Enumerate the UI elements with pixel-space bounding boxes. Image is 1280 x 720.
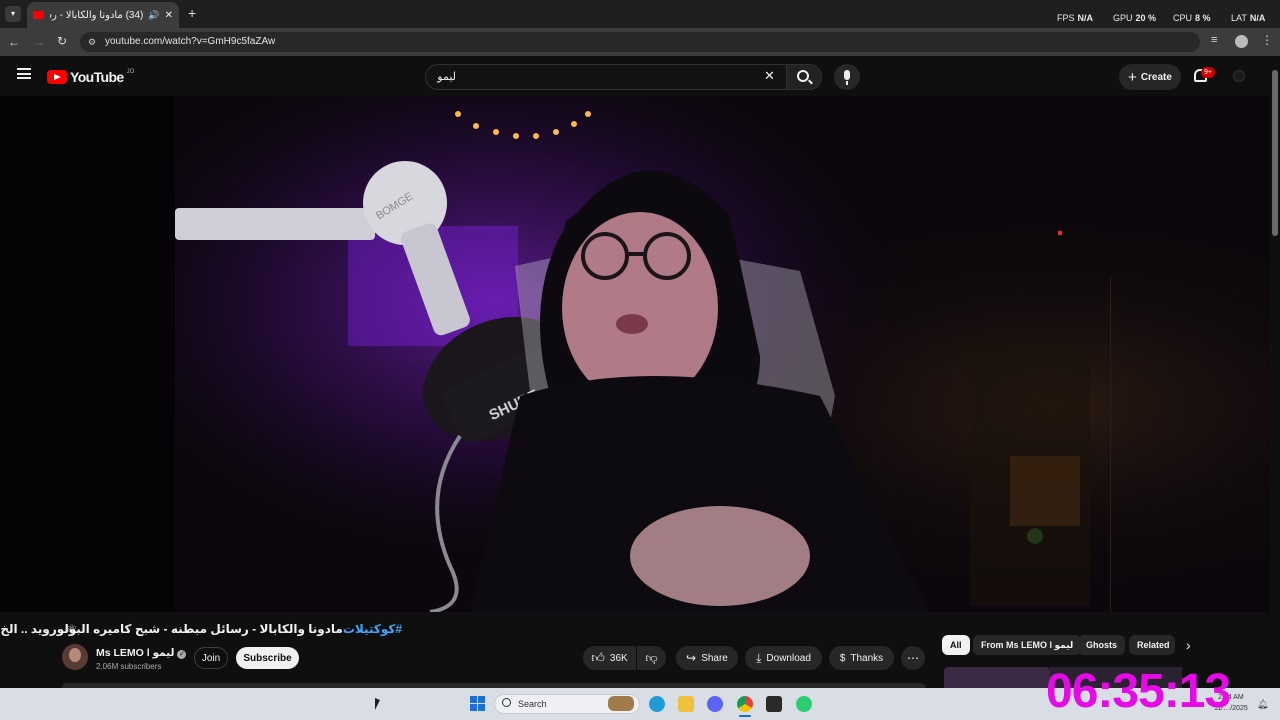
- youtube-play-icon: [47, 70, 67, 84]
- browser-tab-strip: ▾ (34) مادونا والكابالا - رسائل... 🔊 ✕ +…: [0, 0, 1280, 28]
- chip-related[interactable]: Related: [1129, 635, 1175, 655]
- chrome-icon[interactable]: [737, 696, 753, 712]
- gpu-stat: GPU 20 %: [1113, 13, 1157, 23]
- thanks-button[interactable]: $ Thanks: [829, 646, 894, 670]
- more-icon: ⋯: [907, 651, 919, 665]
- start-icon[interactable]: [470, 696, 485, 711]
- more-actions-button[interactable]: ⋯: [901, 646, 925, 670]
- search-input[interactable]: ليمو: [425, 64, 787, 90]
- share-button[interactable]: ↪ Share: [676, 646, 738, 670]
- like-count: 36K: [609, 652, 628, 664]
- lat-stat: LAT N/A: [1231, 13, 1266, 23]
- chip-ghosts[interactable]: Ghosts: [1078, 635, 1126, 655]
- subscriber-count: 2.06M subscribers: [96, 662, 162, 671]
- chips-next-icon[interactable]: ›: [1186, 637, 1191, 653]
- title-text: مادونا والكابالا - رسائل مبطنه - شبح كام…: [0, 622, 343, 636]
- tab-title: (34) مادونا والكابالا - رسائل...: [50, 9, 144, 21]
- like-button[interactable]: 👍︎ 36K: [583, 646, 636, 670]
- create-button[interactable]: + Create: [1119, 64, 1181, 90]
- youtube-favicon-icon: [33, 11, 44, 19]
- speaker-icon: 🔊: [148, 9, 160, 20]
- join-button[interactable]: Join: [194, 647, 228, 669]
- overlay-clock: 06:35:13: [1046, 665, 1231, 718]
- clear-search-icon[interactable]: ✕: [764, 68, 775, 84]
- video-player[interactable]: BOMGE SHURE: [0, 96, 1270, 612]
- discord-icon[interactable]: [707, 696, 723, 712]
- browser-menu-icon[interactable]: ⋮: [1261, 33, 1273, 47]
- address-field[interactable]: youtube.com/watch?v=GmH9c5faZAw: [80, 32, 1200, 52]
- share-icon: ↪: [686, 651, 697, 665]
- taskbar-search-icon: [502, 698, 511, 707]
- download-icon: ⤓: [756, 650, 762, 665]
- scrollbar-thumb[interactable]: [1272, 70, 1278, 236]
- site-info-icon[interactable]: ⚙: [88, 37, 96, 48]
- youtube-wordmark: YouTube: [70, 69, 124, 85]
- file-explorer-icon[interactable]: [678, 696, 694, 712]
- close-tab-icon[interactable]: ✕: [165, 10, 173, 21]
- thumbs-up-icon: 👍︎: [591, 650, 605, 665]
- tab-list-button[interactable]: ▾: [5, 6, 21, 22]
- app-icon[interactable]: [796, 696, 812, 712]
- forward-icon[interactable]: →: [33, 35, 45, 49]
- voice-search-button[interactable]: [834, 64, 860, 90]
- mouse-cursor: [375, 698, 380, 710]
- thanks-icon: $: [839, 652, 846, 664]
- mic-icon: [844, 70, 850, 80]
- edge-icon[interactable]: [649, 696, 665, 712]
- youtube-logo[interactable]: YouTube JO: [47, 69, 134, 85]
- terminal-icon[interactable]: [766, 696, 782, 712]
- fps-stat: FPS N/A: [1057, 13, 1094, 23]
- profile-icon[interactable]: [1235, 35, 1248, 48]
- channel-name[interactable]: Ms LEMO l ليمو ✓: [96, 647, 187, 659]
- chrome-active-indicator: [739, 715, 751, 717]
- notification-badge: 9+: [1201, 67, 1215, 78]
- chip-all[interactable]: All: [942, 635, 970, 655]
- menu-icon[interactable]: [17, 68, 31, 79]
- video-title: #كوكتيلات مادونا والكابالا - رسائل مبطنه …: [0, 622, 402, 636]
- download-button[interactable]: ⤓ Download: [745, 646, 822, 670]
- channel-avatar[interactable]: [62, 644, 88, 670]
- active-tab[interactable]: (34) مادونا والكابالا - رسائل... 🔊 ✕: [27, 2, 179, 28]
- account-avatar[interactable]: [1233, 70, 1245, 82]
- video-frame: BOMGE SHURE: [0, 96, 1270, 612]
- search-highlight-icon: [608, 696, 634, 711]
- subscribe-button[interactable]: Subscribe: [236, 647, 299, 669]
- verified-icon: ✓: [177, 650, 187, 659]
- plus-icon: +: [1128, 68, 1137, 86]
- country-code: JO: [126, 69, 135, 75]
- notification-center-icon[interactable]: 🔔︎: [1257, 699, 1268, 710]
- back-icon[interactable]: ←: [8, 35, 20, 49]
- reload-icon[interactable]: ↻: [57, 34, 67, 48]
- thumbs-down-icon: 👎︎: [645, 650, 658, 665]
- search-button[interactable]: [786, 64, 822, 90]
- chip-from-channel[interactable]: From Ms LEMO l ليمو: [973, 635, 1082, 655]
- new-tab-button[interactable]: +: [188, 5, 196, 21]
- recommendation-thumbnail[interactable]: [944, 667, 1050, 688]
- dislike-button[interactable]: 👎︎: [637, 646, 666, 670]
- media-icon[interactable]: ≡: [1211, 34, 1217, 46]
- title-hashtag[interactable]: #كوكتيلات: [343, 622, 402, 636]
- cpu-stat: CPU 8 %: [1173, 13, 1211, 23]
